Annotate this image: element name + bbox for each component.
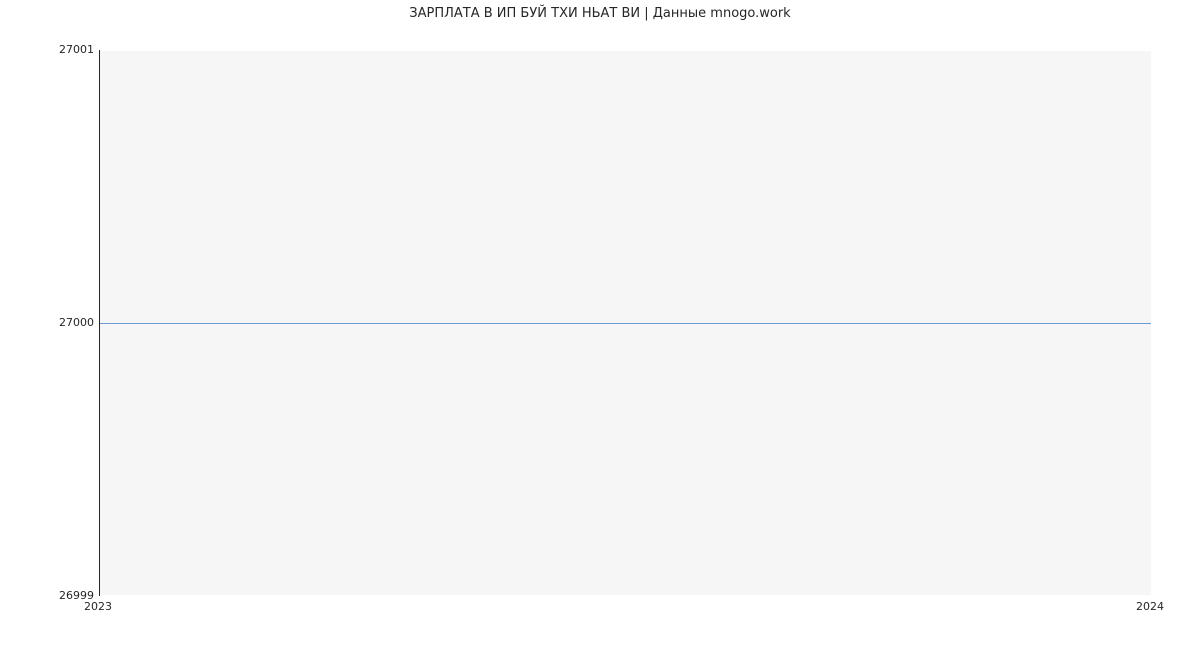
gridline <box>100 595 1151 596</box>
y-tick-label: 27000 <box>34 316 94 329</box>
data-line <box>100 323 1151 324</box>
x-tick-label: 2024 <box>1136 600 1164 613</box>
x-tick-label: 2023 <box>84 600 112 613</box>
chart-title: ЗАРПЛАТА В ИП БУЙ ТХИ НЬАТ ВИ | Данные m… <box>0 6 1200 21</box>
chart-container: ЗАРПЛАТА В ИП БУЙ ТХИ НЬАТ ВИ | Данные m… <box>0 0 1200 650</box>
y-tick-label: 27001 <box>34 43 94 56</box>
plot-area <box>99 50 1151 596</box>
gridline <box>100 50 1151 51</box>
